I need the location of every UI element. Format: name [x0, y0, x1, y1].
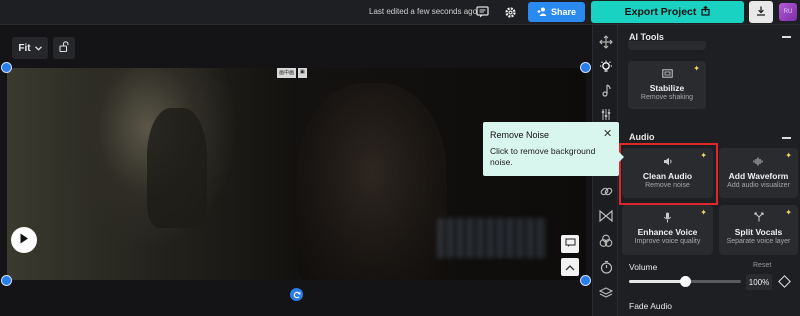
tooltip-title: Remove Noise: [490, 130, 550, 140]
close-icon[interactable]: ✕: [603, 127, 612, 140]
timer-icon[interactable]: [597, 258, 615, 276]
play-icon: [19, 231, 29, 249]
download-icon: [756, 3, 766, 21]
person-figure: [297, 83, 447, 280]
add-waveform-subtitle: Add audio visualizer: [727, 182, 790, 189]
export-label: Export Project: [624, 6, 697, 18]
fit-dropdown[interactable]: Fit: [12, 37, 48, 59]
collapse-audio-button[interactable]: [782, 137, 791, 139]
stabilize-subtitle: Remove shaking: [640, 94, 694, 101]
scroll-up-button[interactable]: [561, 258, 579, 276]
comment-box-icon: [564, 235, 576, 253]
top-bar: Last edited a few seconds ago Share Expo…: [0, 0, 800, 25]
layers-icon[interactable]: [597, 284, 615, 302]
rotate-icon: [293, 286, 301, 304]
resize-handle-bottom-left[interactable]: [1, 275, 12, 286]
volume-value-input[interactable]: 100%: [746, 274, 772, 290]
adjust-icon[interactable]: [597, 105, 615, 123]
play-button[interactable]: [11, 227, 37, 253]
gear-icon[interactable]: [502, 4, 518, 20]
tooltip-body: Click to remove background noise.: [490, 146, 596, 167]
remove-noise-tooltip: Remove Noise ✕ Click to remove backgroun…: [483, 122, 619, 176]
stabilize-card[interactable]: ✦ Stabilize Remove shaking: [628, 61, 706, 109]
fit-label: Fit: [18, 42, 31, 54]
ai-tool-card-partial[interactable]: [628, 41, 706, 50]
stabilize-title: Stabilize: [649, 83, 685, 93]
resize-handle-bottom-right[interactable]: [580, 275, 591, 286]
tooltip-arrow: [619, 152, 624, 162]
add-person-icon: [537, 7, 547, 18]
caption-toggle-button[interactable]: [561, 235, 579, 253]
video-tag-image: ▣: [298, 68, 307, 78]
export-project-button[interactable]: Export Project: [591, 1, 744, 23]
add-waveform-title: Add Waveform: [728, 171, 789, 181]
blurred-watermark: [437, 218, 547, 258]
last-edited-status: Last edited a few seconds ago: [369, 7, 478, 16]
avatar[interactable]: RU: [779, 3, 797, 21]
share-label: Share: [550, 7, 576, 17]
sparkle-icon: ✦: [785, 208, 792, 217]
aspect-lock-button[interactable]: [53, 37, 75, 59]
transition-icon[interactable]: [597, 207, 615, 225]
export-icon: [701, 5, 710, 19]
volume-slider-fill: [629, 280, 685, 283]
music-note-icon[interactable]: [597, 81, 615, 99]
enhance-voice-title: Enhance Voice: [637, 227, 698, 237]
link-icon[interactable]: [597, 182, 615, 200]
move-icon[interactable]: [597, 33, 615, 51]
chevron-down-icon: [34, 43, 42, 54]
split-vocals-title: Split Vocals: [734, 227, 783, 237]
rotate-handle[interactable]: [290, 288, 303, 301]
enhance-voice-subtitle: Improve voice quality: [634, 238, 701, 245]
clean-audio-highlight: [619, 143, 718, 205]
wall-shadow: [147, 108, 207, 228]
audio-heading: Audio: [629, 132, 655, 142]
volume-reset-button[interactable]: Reset: [753, 262, 771, 269]
share-button[interactable]: Share: [528, 2, 585, 22]
collapse-ai-tools-button[interactable]: [782, 36, 791, 38]
add-waveform-card[interactable]: ✦ Add Waveform Add audio visualizer: [719, 148, 798, 198]
sparkle-icon: ✦: [785, 151, 792, 160]
resize-handle-top-left[interactable]: [1, 62, 12, 73]
download-button[interactable]: [749, 1, 773, 23]
lightbulb-icon[interactable]: [597, 58, 615, 76]
unlock-icon: [59, 39, 69, 57]
sparkle-icon: ✦: [700, 208, 707, 217]
video-tag-text: 画中画: [277, 68, 297, 78]
color-icon[interactable]: [597, 232, 615, 250]
split-vocals-subtitle: Separate voice layer: [726, 238, 791, 245]
volume-label: Volume: [629, 262, 658, 272]
video-tag: 画中画 ▣: [277, 68, 307, 78]
sparkle-icon: ✦: [693, 64, 700, 73]
volume-slider-thumb[interactable]: [680, 276, 691, 287]
fade-audio-label: Fade Audio: [629, 301, 673, 311]
enhance-voice-card[interactable]: ✦ Enhance Voice Improve voice quality: [622, 205, 713, 255]
resize-handle-top-right[interactable]: [580, 62, 591, 73]
split-vocals-card[interactable]: ✦ Split Vocals Separate voice layer: [719, 205, 798, 255]
comment-icon[interactable]: [474, 4, 490, 20]
editor-window: Last edited a few seconds ago Share Expo…: [0, 0, 800, 316]
chevron-up-icon: [565, 258, 575, 276]
